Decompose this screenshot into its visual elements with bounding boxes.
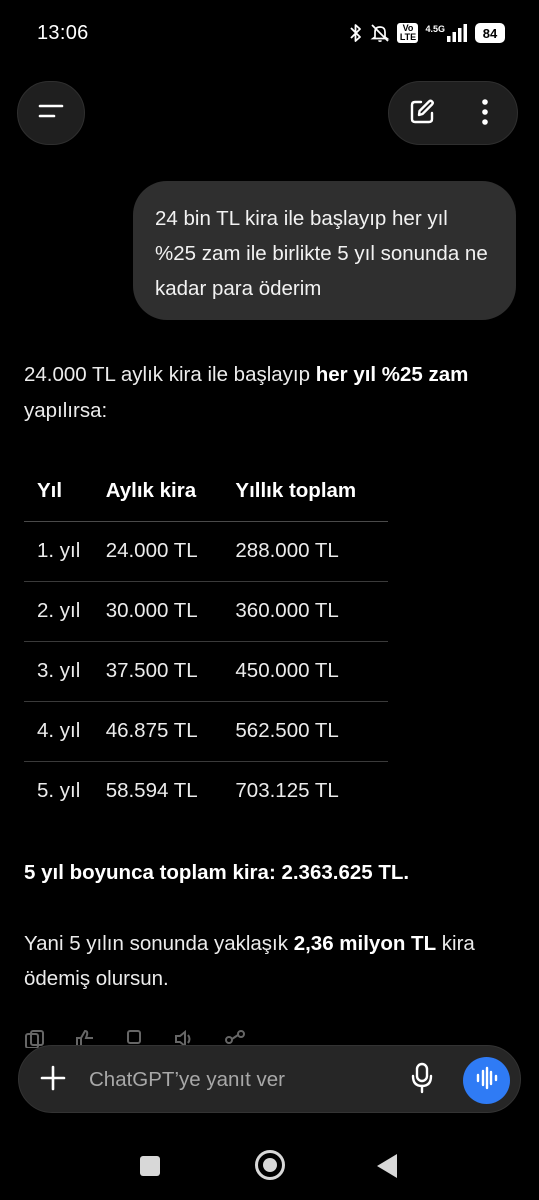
cell-yearly: 360.000 TL: [222, 581, 388, 642]
status-time: 13:06: [37, 22, 89, 44]
network-type: 4.5G: [425, 24, 445, 34]
voice-mode-button[interactable]: [463, 1057, 510, 1104]
cell-year: 3. yıl: [24, 641, 94, 702]
cell-yearly: 562.500 TL: [222, 701, 388, 762]
recents-icon[interactable]: [140, 1156, 160, 1176]
more-vertical-icon: [481, 98, 489, 131]
bluetooth-icon: [349, 23, 363, 43]
header-monthly: Aylık kira: [93, 461, 223, 522]
intro-text: 24.000 TL aylık kira ile başlayıp: [24, 363, 316, 386]
total-rent-line: 5 yıl boyunca toplam kira: 2.363.625 TL.: [24, 861, 410, 884]
cell-yearly: 703.125 TL: [235, 779, 339, 803]
table-row: 1. yıl 24.000 TL 288.000 TL: [24, 521, 388, 582]
dictate-button[interactable]: [409, 1062, 435, 1099]
voice-mode-icon: [475, 1066, 499, 1095]
signal-icon: [447, 24, 467, 42]
system-nav-bar: [0, 1130, 539, 1200]
back-icon[interactable]: [377, 1154, 397, 1178]
status-icons: Vo LTE 4.5G 84: [349, 20, 505, 46]
intro-bold-text: her yıl %25 zam: [315, 363, 469, 386]
new-chat-button[interactable]: [404, 96, 440, 132]
table-header-row: Yıl Aylık kira Yıllık toplam: [24, 461, 388, 522]
microphone-icon: [410, 1062, 434, 1099]
intro-suffix-text: yapılırsa:: [24, 399, 108, 422]
cell-yearly: 450.000 TL: [222, 641, 388, 702]
assistant-summary: Yani 5 yılın sonunda yaklaşık 2,36 milyo…: [24, 926, 524, 996]
summary-bold-text: 2,36 milyon TL: [293, 932, 437, 955]
table-row: 4. yıl 46.875 TL 562.500 TL: [24, 701, 388, 762]
cell-monthly: 24.000 TL: [93, 521, 223, 582]
volte-badge: Vo LTE: [397, 23, 419, 43]
cell-monthly: 58.594 TL: [105, 779, 198, 803]
header-yearly: Yıllık toplam: [222, 461, 388, 522]
composer: [18, 1045, 521, 1113]
edit-icon: [408, 98, 436, 131]
home-icon-dot: [263, 1158, 277, 1172]
mute-bell-icon: [370, 23, 391, 43]
table-row: 3. yıl 37.500 TL 450.000 TL: [24, 641, 388, 702]
top-actions-group: [388, 81, 518, 145]
more-options-button[interactable]: [471, 96, 499, 132]
table-row: 2. yıl 30.000 TL 360.000 TL: [24, 581, 388, 642]
cell-monthly: 46.875 TL: [93, 701, 223, 762]
cell-monthly: 37.500 TL: [93, 641, 223, 702]
signal-indicator: 4.5G: [425, 24, 468, 42]
status-bar: 13:06 Vo LTE 4.5G 84: [0, 0, 539, 66]
summary-text: Yani 5 yılın sonunda yaklaşık: [24, 932, 294, 955]
cell-monthly: 30.000 TL: [93, 581, 223, 642]
table-row: 5. yıl 58.594 TL 703.125 TL: [24, 761, 388, 821]
add-attachment-button[interactable]: [37, 1064, 69, 1096]
message-input[interactable]: [89, 1066, 389, 1094]
header-year: Yıl: [24, 461, 94, 522]
menu-button[interactable]: [17, 81, 85, 145]
home-icon[interactable]: [255, 1150, 285, 1180]
plus-icon: [40, 1065, 66, 1096]
user-message-bubble: 24 bin TL kira ile başlayıp her yıl %25 …: [133, 181, 516, 320]
cell-year: 4. yıl: [24, 701, 94, 762]
rent-table: Yıl Aylık kira Yıllık toplam 1. yıl 24.0…: [24, 461, 388, 821]
cell-yearly: 288.000 TL: [222, 521, 388, 582]
battery-indicator: 84: [475, 23, 505, 43]
cell-year: 1. yıl: [24, 521, 94, 582]
cell-year: 5. yıl: [37, 779, 81, 803]
hamburger-icon: [38, 103, 64, 124]
assistant-intro: 24.000 TL aylık kira ile başlayıp her yı…: [24, 357, 524, 429]
cell-year: 2. yıl: [24, 581, 94, 642]
